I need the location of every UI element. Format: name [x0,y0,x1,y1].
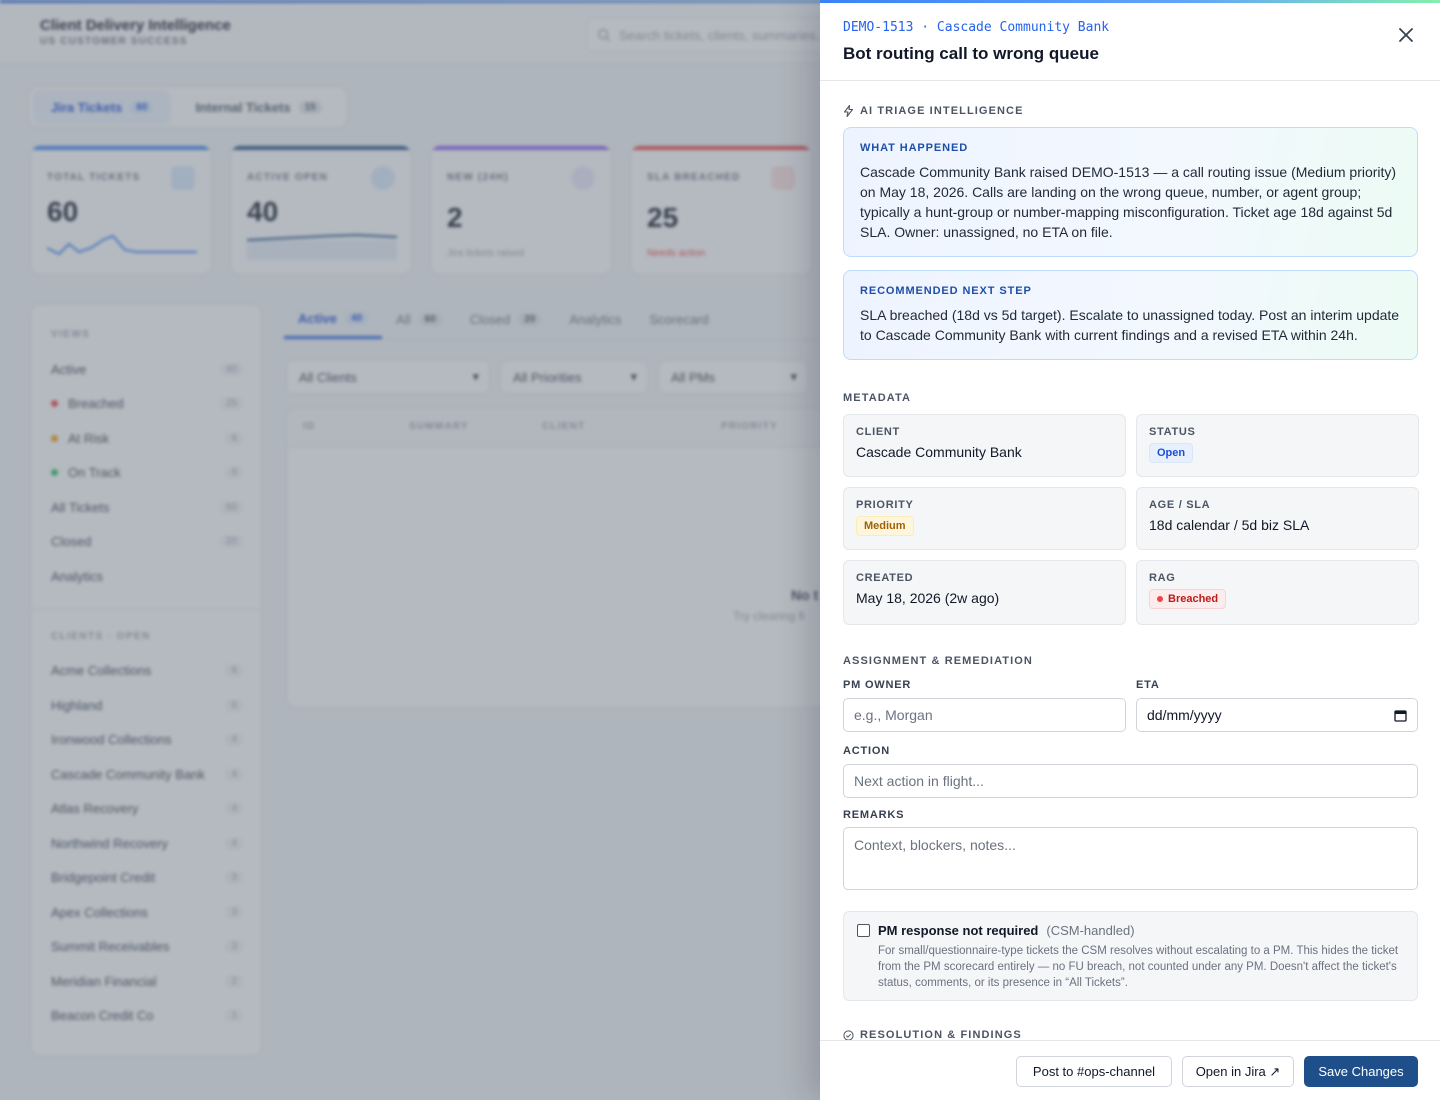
pm-not-required-row[interactable]: PM response not required (CSM-handled) [857,923,1404,938]
check-circle-icon [843,1029,854,1040]
drawer-header: DEMO-1513 · Cascade Community Bank Bot r… [820,3,1440,81]
metadata-heading: METADATA [843,392,912,404]
meta-priority: PRIORITY Medium [843,487,1126,550]
lightning-icon [843,105,854,117]
save-changes-button[interactable]: Save Changes [1304,1056,1418,1087]
what-happened-heading: WHAT HAPPENED [860,142,969,154]
close-icon[interactable] [1396,25,1416,45]
post-to-channel-button[interactable]: Post to #ops-channel [1016,1056,1172,1087]
rag-badge-text: Breached [1168,593,1219,605]
meta-label: RAG [1149,572,1176,584]
meta-label: AGE / SLA [1149,499,1211,511]
meta-rag: RAG Breached [1136,560,1419,625]
what-happened-card: WHAT HAPPENED Cascade Community Bank rai… [843,127,1418,257]
ticket-key-line: DEMO-1513 · Cascade Community Bank [843,20,1110,35]
meta-age-sla: AGE / SLA 18d calendar / 5d biz SLA [1136,487,1419,550]
pm-not-required-checkbox[interactable] [857,924,870,937]
next-step-text: SLA breached (18d vs 5d target). Escalat… [860,307,1400,343]
pm-owner-label: PM OWNER [843,679,912,691]
next-step-card: RECOMMENDED NEXT STEP SLA breached (18d … [843,270,1418,360]
checkbox-label-suffix: (CSM-handled) [1046,923,1135,938]
resolution-heading: RESOLUTION & FINDINGS [843,1029,1022,1040]
status-badge: Open [1149,443,1194,463]
meta-client: CLIENT Cascade Community Bank [843,414,1126,477]
meta-value: May 18, 2026 (2w ago) [856,590,1000,606]
status-dot [1157,596,1163,602]
action-input[interactable] [843,764,1418,798]
ticket-detail-drawer: DEMO-1513 · Cascade Community Bank Bot r… [820,0,1440,1100]
open-in-jira-button[interactable]: Open in Jira ↗ [1182,1056,1294,1087]
remarks-label: REMARKS [843,809,905,821]
meta-label: STATUS [1149,426,1196,438]
eta-label: ETA [1136,679,1160,691]
action-label: ACTION [843,745,890,757]
drawer-footer: Post to #ops-channel Open in Jira ↗ Save… [820,1040,1440,1100]
what-happened-text: Cascade Community Bank raised DEMO-1513 … [860,164,1397,240]
calendar-icon[interactable] [1394,709,1407,722]
ticket-title: Bot routing call to wrong queue [843,44,1099,63]
eta-placeholder: dd/mm/yyyy [1147,707,1222,723]
checkbox-label: PM response not required [878,923,1039,938]
pm-not-required-panel: PM response not required (CSM-handled) F… [843,911,1418,1001]
drawer-body[interactable]: AI TRIAGE INTELLIGENCE WHAT HAPPENED Cas… [820,81,1440,1040]
eta-date-input[interactable]: dd/mm/yyyy [1136,698,1418,732]
remarks-textarea[interactable] [843,827,1418,890]
section-label-text: RESOLUTION & FINDINGS [860,1029,1022,1040]
assignment-heading: ASSIGNMENT & REMEDIATION [843,655,1033,667]
meta-value: 18d calendar / 5d biz SLA [1149,517,1310,533]
meta-status: STATUS Open [1136,414,1419,477]
ai-triage-heading: AI TRIAGE INTELLIGENCE [843,105,1024,117]
section-label-text: AI TRIAGE INTELLIGENCE [860,105,1024,117]
meta-label: CREATED [856,572,914,584]
meta-label: PRIORITY [856,499,914,511]
meta-label: CLIENT [856,426,900,438]
checkbox-description: For small/questionnaire-type tickets the… [878,945,1399,989]
priority-badge: Medium [856,516,914,536]
pm-owner-input[interactable] [843,698,1126,732]
meta-value: Cascade Community Bank [856,444,1022,460]
meta-created: CREATED May 18, 2026 (2w ago) [843,560,1126,625]
next-step-heading: RECOMMENDED NEXT STEP [860,285,1032,297]
rag-badge: Breached [1149,589,1227,609]
